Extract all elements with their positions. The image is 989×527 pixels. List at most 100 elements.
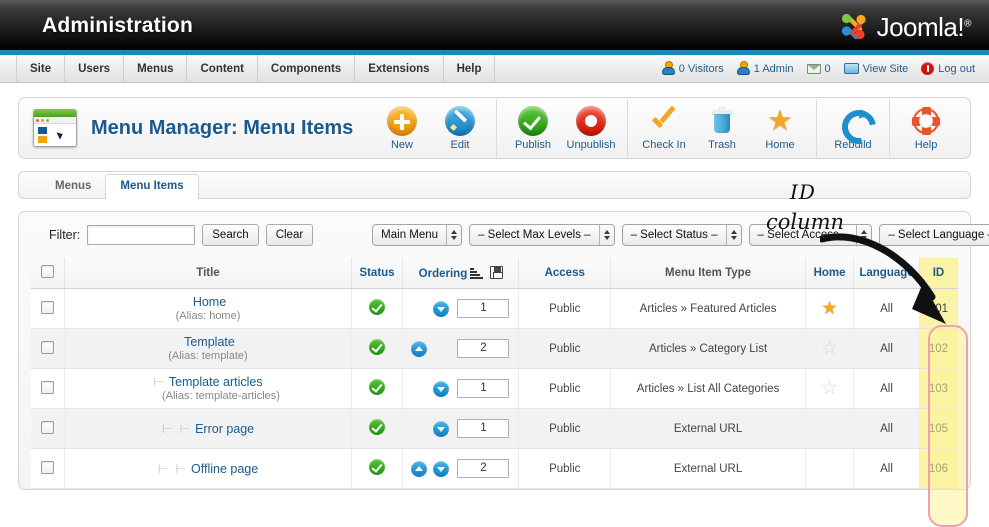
row-status-cell	[351, 328, 404, 369]
title-header[interactable]: Title	[64, 258, 352, 289]
row-checkbox[interactable]	[41, 380, 55, 394]
published-icon[interactable]	[369, 299, 385, 315]
published-icon[interactable]	[369, 419, 385, 435]
row-home-cell: ★	[805, 288, 855, 329]
move-down-icon[interactable]	[433, 420, 450, 437]
tab-menu-items[interactable]: Menu Items	[105, 174, 199, 199]
max-levels-select[interactable]: – Select Max Levels –	[469, 224, 615, 246]
row-checkbox[interactable]	[41, 420, 55, 434]
menu-item-help[interactable]: Help	[444, 55, 496, 82]
row-checkbox[interactable]	[41, 340, 55, 354]
lifering-icon	[911, 106, 941, 136]
checkin-button[interactable]: Check In	[635, 99, 693, 157]
view-site-link[interactable]: View Site	[843, 63, 908, 75]
ordering-input[interactable]: 2	[457, 459, 510, 478]
table-row: ⊢ Template articles (Alias: template-arti…	[31, 368, 959, 409]
tab-menus[interactable]: Menus	[41, 175, 105, 198]
select-all-checkbox[interactable]	[41, 265, 55, 278]
access-select[interactable]: – Select Access –	[748, 224, 873, 246]
publish-button[interactable]: Publish	[504, 99, 562, 157]
help-button[interactable]: Help	[897, 99, 955, 157]
row-language-cell: All	[853, 368, 920, 409]
filter-bar: Filter: Search Clear Main Menu – Select …	[31, 222, 989, 258]
ordering-header[interactable]: Ordering	[402, 258, 520, 289]
language-header[interactable]: Language	[853, 258, 920, 289]
row-type-cell: External URL	[610, 448, 807, 489]
edit-button[interactable]: Edit	[431, 99, 489, 157]
pencil-icon	[445, 106, 475, 136]
ordering-input[interactable]: 1	[457, 419, 510, 438]
save-order-icon[interactable]	[490, 266, 504, 279]
menu-item-extensions[interactable]: Extensions	[355, 55, 444, 82]
admin-page: Administration Joomla!® Site Users Menus…	[0, 0, 989, 527]
logout-link[interactable]: Log out	[921, 62, 975, 75]
menu-item-users[interactable]: Users	[65, 55, 125, 82]
row-checkbox[interactable]	[41, 300, 55, 314]
admins-status: 1 Admin	[737, 62, 794, 75]
order-down-slot	[433, 420, 450, 437]
order-up-slot	[411, 340, 428, 357]
row-alias: (Alias: template-articles)	[161, 390, 280, 402]
home-star-filled-icon[interactable]: ★	[821, 298, 838, 319]
row-title-link[interactable]: Offline page	[191, 462, 258, 476]
unpublish-button[interactable]: Unpublish	[562, 99, 620, 157]
filter-label: Filter:	[49, 228, 81, 242]
search-input[interactable]	[87, 225, 196, 245]
order-up-slot	[411, 421, 427, 437]
home-star-empty-icon[interactable]: ☆	[821, 338, 838, 359]
rebuild-button[interactable]: Rebuild	[824, 99, 882, 157]
ordering-input[interactable]: 1	[457, 299, 510, 318]
menu-item-components[interactable]: Components	[258, 55, 356, 82]
move-down-icon[interactable]	[433, 300, 450, 317]
joomla-mark-icon	[841, 13, 866, 40]
row-select-cell	[31, 288, 66, 329]
ordering-input[interactable]: 1	[457, 379, 510, 398]
status-header[interactable]: Status	[351, 258, 404, 289]
menu-item-content[interactable]: Content	[187, 55, 258, 82]
visitors-status: 0 Visitors	[662, 62, 724, 75]
order-down-slot	[433, 300, 450, 317]
home-header[interactable]: Home	[805, 258, 855, 289]
type-header[interactable]: Menu Item Type	[610, 258, 807, 289]
move-up-icon[interactable]	[411, 460, 428, 477]
clear-button[interactable]: Clear	[265, 224, 314, 246]
row-type-cell: Articles » Category List	[610, 328, 807, 369]
tree-indent: ⊢ ⊢	[161, 421, 193, 436]
chevron-updown-icon	[725, 225, 741, 245]
new-button[interactable]: New	[373, 99, 431, 157]
ordering-input[interactable]: 2	[457, 339, 510, 358]
status-select[interactable]: – Select Status –	[621, 224, 742, 246]
sort-ascending-icon	[470, 268, 484, 279]
published-icon[interactable]	[369, 379, 385, 395]
row-ordering-cell: 1	[402, 288, 520, 329]
title-toolbar-bar: Menu Manager: Menu Items New Edit Publis…	[18, 97, 971, 159]
access-header[interactable]: Access	[518, 258, 612, 289]
row-status-cell	[351, 408, 404, 449]
row-title-link[interactable]: Error page	[195, 422, 254, 436]
menu-item-menus[interactable]: Menus	[124, 55, 188, 82]
checkmark-icon	[649, 106, 679, 136]
menu-items-table: Title Status Ordering Access Menu Item T…	[31, 258, 959, 489]
move-down-icon[interactable]	[433, 460, 450, 477]
move-down-icon[interactable]	[433, 380, 450, 397]
home-star-empty-icon[interactable]: ☆	[821, 378, 838, 399]
help-button-label: Help	[914, 139, 938, 151]
messages-status[interactable]: 0	[806, 63, 831, 75]
logout-label: Log out	[938, 62, 975, 75]
language-select[interactable]: – Select Language –	[879, 224, 989, 246]
row-type-cell: External URL	[610, 408, 807, 449]
move-up-icon[interactable]	[411, 340, 428, 357]
row-title-link[interactable]: Home	[193, 295, 226, 309]
row-type-cell: Articles » Featured Articles	[610, 288, 807, 329]
id-header[interactable]: ID	[919, 258, 959, 289]
home-button[interactable]: Home	[751, 99, 809, 157]
menu-select[interactable]: Main Menu	[372, 224, 463, 246]
published-icon[interactable]	[369, 459, 385, 475]
search-button[interactable]: Search	[202, 224, 259, 246]
published-icon[interactable]	[369, 339, 385, 355]
menu-item-site[interactable]: Site	[16, 55, 66, 82]
row-title-link[interactable]: Template	[184, 335, 235, 349]
trash-button[interactable]: Trash	[693, 99, 751, 157]
row-checkbox[interactable]	[41, 460, 55, 474]
row-title-link[interactable]: Template articles	[169, 375, 263, 389]
